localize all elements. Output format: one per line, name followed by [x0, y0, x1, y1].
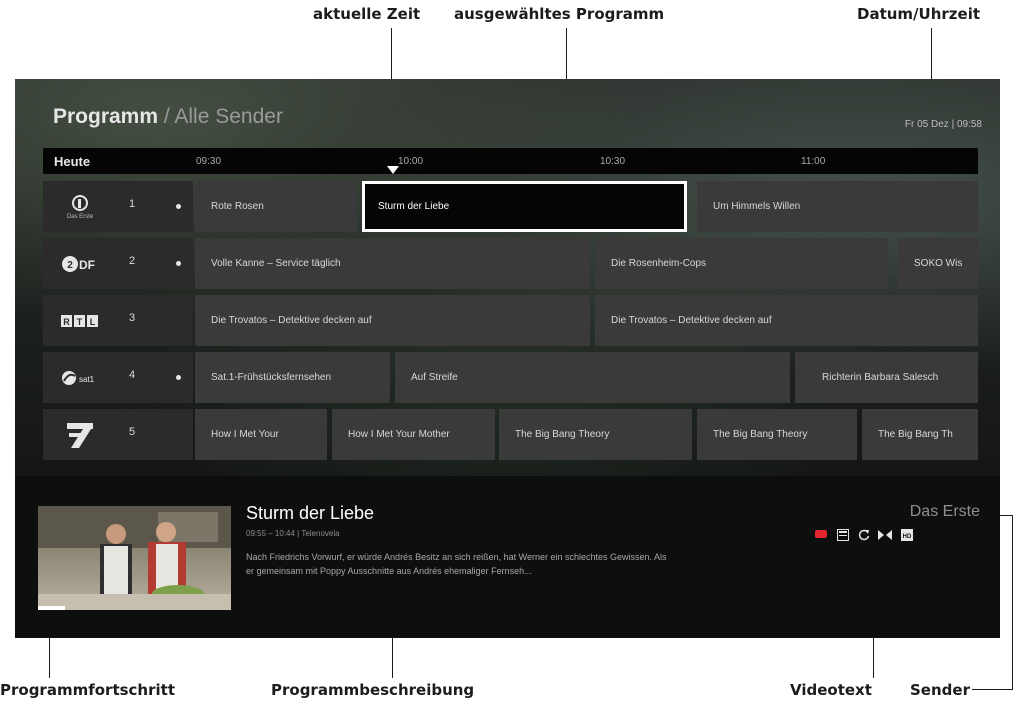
- callout-current-time: aktuelle Zeit: [313, 5, 421, 23]
- svg-text:2: 2: [67, 260, 73, 271]
- program-thumbnail: [38, 506, 231, 610]
- channel-row-5[interactable]: 5: [43, 409, 193, 460]
- callout-teletext: Videotext: [790, 681, 872, 699]
- program-info-panel: Sturm der Liebe 09:55 – 10:44 | Telenove…: [15, 476, 1000, 638]
- time-tick: 09:30: [196, 156, 222, 167]
- pro7-logo: [61, 421, 99, 449]
- program-cell[interactable]: How I Met Your Mother: [332, 409, 495, 460]
- channel-row-4[interactable]: sat1 4: [43, 352, 193, 403]
- channel-number: 2: [129, 255, 136, 267]
- channel-row-2[interactable]: 2 DF 2: [43, 238, 193, 289]
- callout-line: [1012, 515, 1013, 689]
- svg-text:sat1: sat1: [79, 375, 95, 384]
- program-cell[interactable]: Richterin Barbara Salesch: [795, 352, 978, 403]
- program-cell[interactable]: How I Met Your: [195, 409, 327, 460]
- channel-row-3[interactable]: RTL 3: [43, 295, 193, 346]
- program-cell[interactable]: Die Trovatos – Detektive decken auf: [195, 295, 590, 346]
- channel-name: Das Erste: [909, 503, 980, 520]
- channel-number: 5: [129, 426, 136, 438]
- datetime-display: Fr 05 Dez | 09:58: [904, 119, 982, 130]
- callout-selected-program: ausgewähltes Programm: [454, 5, 665, 23]
- das-erste-text: Das Erste: [67, 214, 94, 220]
- replay-icon: [858, 529, 870, 541]
- zdf-logo: 2 DF: [61, 250, 99, 278]
- audio-description-icon: [878, 530, 892, 540]
- time-tick: 10:00: [398, 156, 424, 167]
- channel-number: 3: [129, 312, 136, 324]
- svg-text:T: T: [77, 317, 83, 327]
- channel-row-1[interactable]: Das Erste 1: [43, 181, 193, 232]
- channel-number: 1: [129, 198, 136, 210]
- today-label: Heute: [54, 154, 91, 169]
- favorite-dot: [176, 204, 181, 209]
- program-title: Sturm der Liebe: [246, 503, 375, 523]
- tv-screen: Programm / Alle Sender Fr 05 Dez | 09:58…: [15, 79, 1000, 638]
- title-sub: / Alle Sender: [163, 105, 283, 128]
- sat1-logo: sat1: [61, 364, 99, 392]
- callout-progress: Programmfortschritt: [0, 681, 175, 699]
- current-time-marker: [387, 166, 399, 174]
- program-cell[interactable]: Die Rosenheim-Cops: [595, 238, 888, 289]
- svg-text:L: L: [90, 317, 96, 327]
- program-cell[interactable]: Volle Kanne – Service täglich: [195, 238, 590, 289]
- rtl-logo: RTL: [61, 307, 99, 335]
- program-cell[interactable]: Um Himmels Willen: [697, 181, 978, 232]
- callout-line: [49, 633, 50, 678]
- title-main: Programm: [53, 105, 159, 128]
- time-tick: 10:30: [600, 156, 626, 167]
- program-progress-bar: [38, 606, 66, 610]
- program-cell[interactable]: Auf Streife: [395, 352, 790, 403]
- svg-text:HD: HD: [903, 534, 912, 540]
- program-cell[interactable]: Sat.1-Frühstücksfernsehen: [195, 352, 390, 403]
- program-cell[interactable]: Rote Rosen: [195, 181, 357, 232]
- program-description: Nach Friedrichs Vorwurf, er würde Andrés…: [246, 552, 667, 576]
- page-title: Programm / Alle Sender: [53, 105, 283, 129]
- time-bar: Heute 09:30 10:00 10:30 11:00: [43, 148, 978, 174]
- callout-datetime: Datum/Uhrzeit: [857, 5, 981, 23]
- callout-channel: Sender: [910, 681, 970, 699]
- channel-number: 4: [129, 369, 136, 381]
- program-cell[interactable]: The Big Bang Theory: [697, 409, 857, 460]
- teletext-icon: [837, 529, 849, 541]
- selected-program-cell[interactable]: Sturm der Liebe: [362, 181, 687, 232]
- record-icon: [815, 530, 827, 538]
- svg-text:DF: DF: [79, 258, 95, 272]
- callout-description: Programmbeschreibung: [271, 681, 475, 699]
- callout-line: [972, 689, 1013, 690]
- hd-icon: HD: [901, 529, 913, 541]
- program-cell[interactable]: The Big Bang Theory: [499, 409, 692, 460]
- favorite-dot: [176, 261, 181, 266]
- das-erste-logo: Das Erste: [61, 193, 99, 221]
- program-cell[interactable]: SOKO Wis: [898, 238, 978, 289]
- program-meta: 09:55 – 10:44 | Telenovela: [246, 529, 340, 538]
- program-cell[interactable]: Die Trovatos – Detektive decken auf: [595, 295, 978, 346]
- program-cell[interactable]: The Big Bang Th: [862, 409, 978, 460]
- time-tick: 11:00: [801, 156, 826, 167]
- favorite-dot: [176, 375, 181, 380]
- svg-text:R: R: [63, 317, 70, 327]
